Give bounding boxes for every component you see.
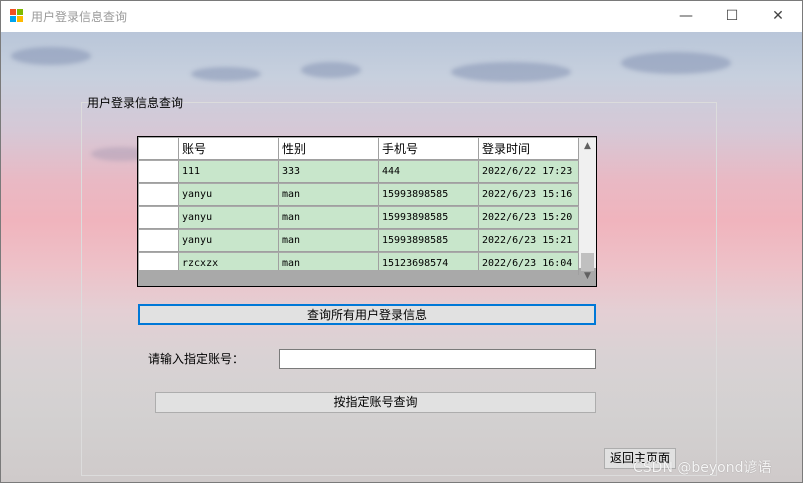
cell-account[interactable]: yanyu: [179, 230, 279, 252]
scroll-down-icon[interactable]: ▼: [579, 268, 596, 285]
cloud-decoration: [191, 67, 261, 81]
cell-gender[interactable]: man: [279, 207, 379, 229]
cell-gender[interactable]: man: [279, 184, 379, 206]
login-records-grid[interactable]: 账号 性别 手机号 登录时间 111 333 444 2022/6/22 17:23 y…: [137, 136, 597, 287]
main-window: 用户登录信息查询 — ☐ ✕ 用户登录信息查询 账号 性别 手机号 登录时间 1…: [0, 0, 803, 483]
vertical-scrollbar[interactable]: ▲ ▼: [579, 138, 596, 281]
cell-login-time[interactable]: 2022/6/23 15:20: [479, 207, 579, 229]
row-header-corner: [139, 138, 179, 160]
group-box-title: 用户登录信息查询: [87, 96, 184, 110]
scroll-up-icon[interactable]: ▲: [579, 138, 596, 155]
cell-phone[interactable]: 15993898585: [379, 230, 479, 252]
cloud-decoration: [11, 47, 91, 65]
cloud-decoration: [301, 62, 361, 78]
maximize-button[interactable]: ☐: [709, 1, 755, 32]
window-title: 用户登录信息查询: [31, 10, 128, 24]
cell-phone[interactable]: 15993898585: [379, 207, 479, 229]
cell-gender[interactable]: 333: [279, 161, 379, 183]
grid-empty-area: [139, 270, 578, 286]
cell-gender[interactable]: man: [279, 230, 379, 252]
app-icon: [10, 9, 24, 23]
column-header-account[interactable]: 账号: [179, 138, 279, 160]
row-header[interactable]: [139, 230, 179, 252]
account-input-label: 请输入指定账号：: [148, 352, 245, 366]
column-header-gender[interactable]: 性别: [279, 138, 379, 160]
account-input[interactable]: [279, 349, 596, 369]
query-by-account-button[interactable]: 按指定账号查询: [155, 392, 596, 413]
title-bar[interactable]: 用户登录信息查询 — ☐ ✕: [1, 1, 802, 32]
cloud-decoration: [621, 52, 731, 74]
watermark-text: CSDN @beyond谚语: [633, 460, 772, 476]
table-row[interactable]: yanyu man 15993898585 2022/6/23 15:21: [139, 230, 579, 253]
cell-login-time[interactable]: 2022/6/22 17:23: [479, 161, 579, 183]
table-row[interactable]: yanyu man 15993898585 2022/6/23 15:16: [139, 184, 579, 207]
close-button[interactable]: ✕: [755, 1, 801, 32]
cell-phone[interactable]: 15993898585: [379, 184, 479, 206]
grid-header-row: 账号 性别 手机号 登录时间: [139, 138, 579, 161]
cell-phone[interactable]: 444: [379, 161, 479, 183]
cell-login-time[interactable]: 2022/6/23 15:16: [479, 184, 579, 206]
row-header[interactable]: [139, 184, 179, 206]
cell-account[interactable]: 111: [179, 161, 279, 183]
row-header[interactable]: [139, 161, 179, 183]
row-header[interactable]: [139, 207, 179, 229]
cell-account[interactable]: yanyu: [179, 207, 279, 229]
table-row[interactable]: 111 333 444 2022/6/22 17:23: [139, 161, 579, 184]
cloud-decoration: [451, 62, 571, 82]
minimize-button[interactable]: —: [663, 1, 709, 32]
cell-account[interactable]: yanyu: [179, 184, 279, 206]
table-row[interactable]: yanyu man 15993898585 2022/6/23 15:20: [139, 207, 579, 230]
query-all-button[interactable]: 查询所有用户登录信息: [138, 304, 596, 325]
grid-rows: 账号 性别 手机号 登录时间 111 333 444 2022/6/22 17:23 y…: [139, 138, 579, 276]
column-header-phone[interactable]: 手机号: [379, 138, 479, 160]
cell-login-time[interactable]: 2022/6/23 15:21: [479, 230, 579, 252]
column-header-login-time[interactable]: 登录时间: [479, 138, 579, 160]
form-background: 用户登录信息查询 账号 性别 手机号 登录时间 111 333 444 2022/6/…: [1, 32, 802, 482]
